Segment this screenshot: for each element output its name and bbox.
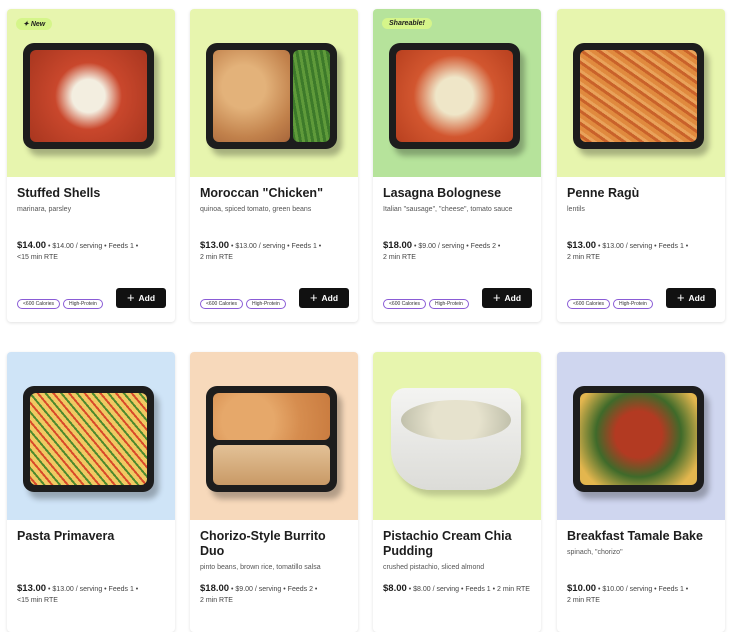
product-image[interactable]: ✦ New: [7, 9, 175, 177]
product-title[interactable]: Stuffed Shells: [17, 186, 167, 201]
plus-icon: +: [309, 290, 318, 305]
calories-tag: <600 Calories: [17, 299, 60, 309]
product-title[interactable]: Pistachio Cream Chia Pudding: [383, 529, 533, 559]
protein-tag: High-Protein: [429, 299, 469, 309]
product-description: pinto beans, brown rice, tomatillo salsa: [200, 564, 321, 571]
product-price: $13.00 • $13.00 / serving • Feeds 1 • 2 m…: [567, 240, 689, 261]
sparkle-icon: ✦: [23, 21, 31, 28]
product-title[interactable]: Breakfast Tamale Bake: [567, 529, 717, 544]
product-description: crushed pistachio, sliced almond: [383, 564, 485, 571]
product-image[interactable]: [190, 352, 358, 520]
product-price: $18.00 • $9.00 / serving • Feeds 2 • 2 mi…: [200, 583, 318, 604]
product-card-lasagna-bolognese[interactable]: Shareable! Lasagna Bolognese Italian "sa…: [373, 9, 541, 322]
tag-list: <600 Calories High-Protein: [200, 299, 286, 309]
product-image[interactable]: [557, 9, 725, 177]
product-price: $14.00 • $14.00 / serving • Feeds 1 • <15…: [17, 240, 139, 261]
calories-tag: <600 Calories: [200, 299, 243, 309]
product-card-pistachio-chia-pudding[interactable]: Pistachio Cream Chia Pudding crushed pis…: [373, 352, 541, 632]
add-button[interactable]: + Add: [299, 288, 349, 308]
new-badge: ✦ New: [16, 18, 53, 30]
meal-tray: [23, 386, 154, 492]
product-price: $8.00 • $8.00 / serving • Feeds 1 • 2 mi…: [383, 583, 530, 594]
calories-tag: <600 Calories: [383, 299, 426, 309]
product-card-chorizo-burrito-duo[interactable]: Chorizo-Style Burrito Duo pinto beans, b…: [190, 352, 358, 632]
product-price: $10.00 • $10.00 / serving • Feeds 1 • 2 m…: [567, 583, 689, 604]
product-description: lentils: [567, 206, 585, 213]
meal-tray: [206, 43, 337, 149]
product-description: spinach, "chorizo": [567, 549, 623, 556]
product-description: marinara, parsley: [17, 206, 72, 213]
add-button[interactable]: + Add: [116, 288, 166, 308]
plus-icon: +: [492, 290, 501, 305]
product-title[interactable]: Lasagna Bolognese: [383, 186, 533, 201]
pudding-cup: [391, 388, 521, 490]
product-card-breakfast-tamale-bake[interactable]: Breakfast Tamale Bake spinach, "chorizo"…: [557, 352, 725, 632]
product-price: $13.00 • $13.00 / serving • Feeds 1 • <15…: [17, 583, 139, 604]
product-card-moroccan-chicken[interactable]: Moroccan "Chicken" quinoa, spiced tomato…: [190, 9, 358, 322]
protein-tag: High-Protein: [613, 299, 653, 309]
meal-tray: [389, 43, 520, 149]
product-title[interactable]: Pasta Primavera: [17, 529, 167, 544]
tag-list: <600 Calories High-Protein: [567, 299, 653, 309]
product-card-stuffed-shells[interactable]: ✦ New Stuffed Shells marinara, parsley $…: [7, 9, 175, 322]
product-description: quinoa, spiced tomato, green beans: [200, 206, 312, 213]
product-title[interactable]: Moroccan "Chicken": [200, 186, 350, 201]
protein-tag: High-Protein: [246, 299, 286, 309]
product-card-pasta-primavera[interactable]: Pasta Primavera $13.00 • $13.00 / servin…: [7, 352, 175, 632]
product-image[interactable]: [7, 352, 175, 520]
product-title[interactable]: Penne Ragù: [567, 186, 717, 201]
product-price: $13.00 • $13.00 / serving • Feeds 1 • 2 m…: [200, 240, 322, 261]
protein-tag: High-Protein: [63, 299, 103, 309]
calories-tag: <600 Calories: [567, 299, 610, 309]
plus-icon: +: [126, 290, 135, 305]
shareable-badge: Shareable!: [382, 18, 432, 29]
add-button[interactable]: + Add: [482, 288, 532, 308]
meal-tray: [23, 43, 154, 149]
meal-tray: [573, 386, 704, 492]
product-image[interactable]: Shareable!: [373, 9, 541, 177]
add-button[interactable]: + Add: [666, 288, 716, 308]
tag-list: <600 Calories High-Protein: [17, 299, 103, 309]
product-image[interactable]: [190, 9, 358, 177]
product-image[interactable]: [557, 352, 725, 520]
product-card-penne-ragu[interactable]: Penne Ragù lentils $13.00 • $13.00 / ser…: [557, 9, 725, 322]
product-image[interactable]: [373, 352, 541, 520]
product-title[interactable]: Chorizo-Style Burrito Duo: [200, 529, 350, 559]
tag-list: <600 Calories High-Protein: [383, 299, 469, 309]
plus-icon: +: [676, 290, 685, 305]
product-price: $18.00 • $9.00 / serving • Feeds 2 • 2 mi…: [383, 240, 501, 261]
product-description: Italian "sausage", "cheese", tomato sauc…: [383, 206, 513, 213]
meal-tray: [573, 43, 704, 149]
meal-tray: [206, 386, 337, 492]
